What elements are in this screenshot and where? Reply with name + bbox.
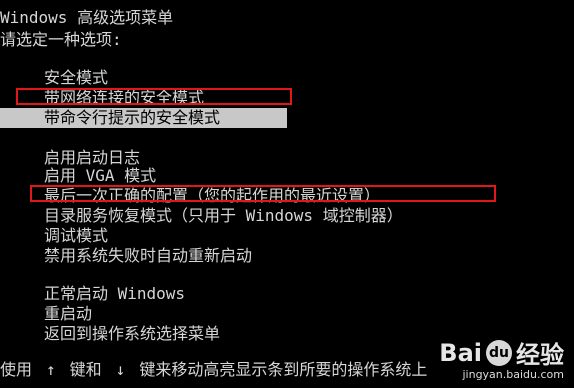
- advanced-boot-options-screen: Windows 高级选项菜单 请选定一种选项: 安全模式 带网络连接的安全模式 …: [0, 0, 574, 388]
- menu-item-disable-auto-restart[interactable]: 禁用系统失败时自动重新启动: [44, 246, 252, 266]
- menu-item-safe-mode-command-prompt[interactable]: 带命令行提示的安全模式: [0, 108, 287, 128]
- navigation-instructions: 使用 ↑ 键和 ↓ 键来移动高亮显示条到所要的操作系统上: [0, 360, 427, 380]
- menu-item-enable-boot-logging[interactable]: 启用启动日志: [44, 148, 140, 168]
- screen-title: Windows 高级选项菜单: [0, 8, 174, 27]
- baidu-jingyan-watermark: Bai du 经验 jingyan.baidu.com: [439, 335, 564, 382]
- menu-item-start-windows-normally[interactable]: 正常启动 Windows: [44, 284, 185, 304]
- menu-item-reboot[interactable]: 重启动: [44, 304, 92, 324]
- menu-item-enable-vga-mode[interactable]: 启用 VGA 模式: [44, 166, 156, 186]
- selection-prompt: 请选定一种选项:: [0, 30, 122, 49]
- menu-item-debugging-mode[interactable]: 调试模式: [44, 226, 108, 246]
- footer-prefix: 使用: [0, 360, 33, 379]
- footer-suffix: 键来移动高亮显示条到所要的操作系统上: [139, 360, 428, 379]
- baidu-paw-icon: du: [486, 339, 512, 366]
- menu-item-last-known-good-config[interactable]: 最后一次正确的配置（您的起作用的最近设置）: [44, 186, 380, 206]
- footer-middle: 键和: [69, 360, 102, 379]
- up-arrow-icon: ↑: [46, 360, 56, 379]
- watermark-brand-left: Bai: [439, 338, 482, 367]
- watermark-url: jingyan.baidu.com: [462, 368, 564, 381]
- menu-item-safe-mode-networking[interactable]: 带网络连接的安全模式: [44, 88, 204, 108]
- menu-item-return-to-os-menu[interactable]: 返回到操作系统选择菜单: [44, 324, 220, 344]
- menu-item-directory-services-restore[interactable]: 目录服务恢复模式（只用于 Windows 域控制器）: [44, 206, 403, 226]
- watermark-brand-right: 经验: [516, 341, 564, 369]
- menu-item-safe-mode[interactable]: 安全模式: [44, 68, 108, 88]
- down-arrow-icon: ↓: [115, 360, 126, 379]
